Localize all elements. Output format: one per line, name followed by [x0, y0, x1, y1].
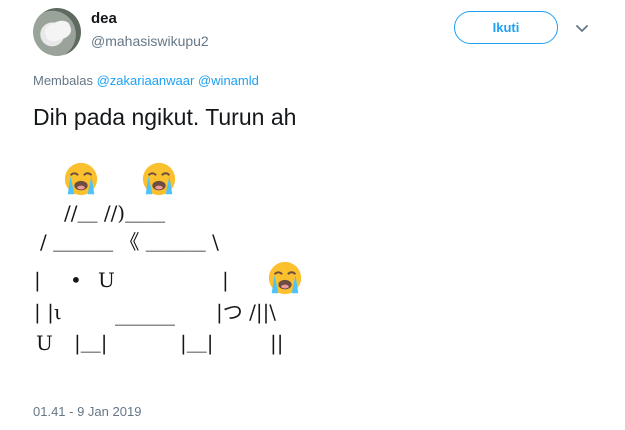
ascii-art-line: |	[34, 268, 41, 292]
ascii-art-line: ||	[270, 331, 284, 355]
timestamp[interactable]: 01.41 - 9 Jan 2019	[33, 404, 141, 419]
ascii-art-line: |＿|	[74, 331, 108, 355]
loudly-crying-face-icon	[64, 162, 98, 196]
ascii-art-line: | |ι	[34, 300, 62, 324]
display-name[interactable]: dea	[91, 10, 117, 27]
ascii-art-line: |	[222, 268, 229, 292]
username[interactable]: @mahasiswikupu2	[91, 33, 209, 49]
ascii-art-line: U	[98, 268, 115, 292]
avatar[interactable]	[33, 8, 81, 56]
ascii-art-line: / ＿＿＿ 《 ＿＿＿ \	[40, 230, 219, 254]
ascii-art-line: |＿|	[180, 331, 214, 355]
follow-button[interactable]: Ikuti	[454, 11, 558, 44]
mention-link[interactable]: @winamld	[198, 73, 259, 88]
ascii-art-line: |つ /||\	[216, 300, 277, 324]
replying-to: Membalas @zakariaanwaar @winamld	[33, 73, 259, 88]
mention-link[interactable]: @zakariaanwaar	[97, 73, 195, 88]
replying-prefix: Membalas	[33, 73, 93, 88]
ascii-art-line: U	[36, 331, 53, 355]
ascii-art-line: ＿＿＿	[115, 304, 175, 328]
ascii-art-line: •	[70, 268, 82, 292]
loudly-crying-face-icon	[142, 162, 176, 196]
tweet-text: Dih pada ngikut. Turun ah	[33, 104, 297, 130]
chevron-down-icon[interactable]	[576, 22, 588, 34]
loudly-crying-face-icon	[268, 261, 302, 295]
ascii-art-line: //＿ //)＿＿	[64, 201, 166, 225]
